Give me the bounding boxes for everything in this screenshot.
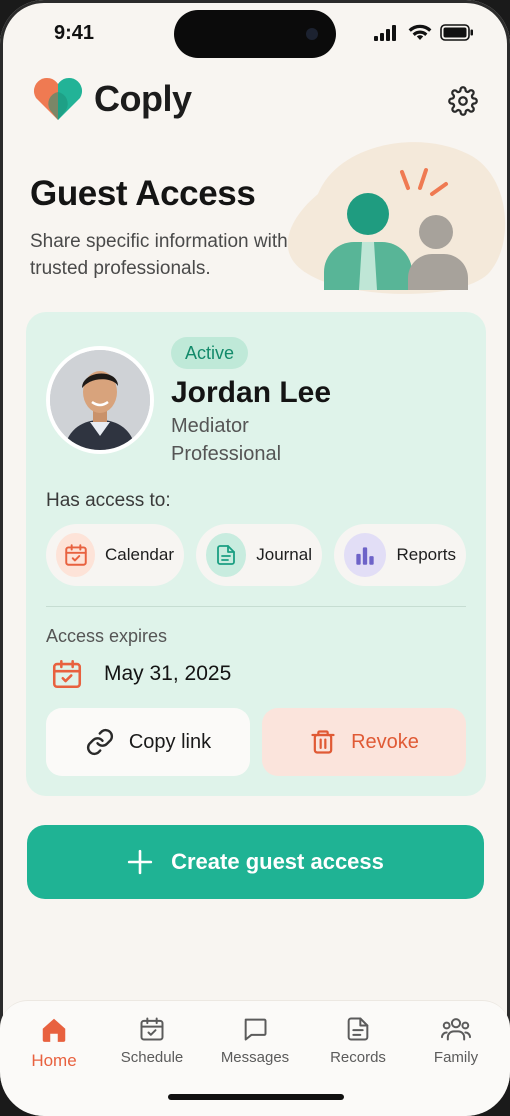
tab-records[interactable]: Records xyxy=(310,1015,406,1066)
plus-icon xyxy=(127,849,153,875)
access-chip-reports[interactable]: Reports xyxy=(334,524,466,586)
document-icon xyxy=(347,1017,369,1041)
avatar xyxy=(46,346,154,454)
guest-role: Mediator Professional xyxy=(171,415,282,465)
status-bar: 9:41 xyxy=(0,0,510,64)
document-icon xyxy=(206,533,247,577)
calendar-check-icon xyxy=(140,1017,164,1041)
home-icon xyxy=(42,1018,66,1042)
guest-name: Jordan Lee xyxy=(171,376,332,409)
divider xyxy=(46,606,466,607)
access-chip-label: Reports xyxy=(396,545,456,564)
access-label: Has access to: xyxy=(46,490,171,511)
bar-chart-icon xyxy=(344,533,387,577)
page-subtitle: Share specific information with trusted … xyxy=(30,231,288,279)
tab-label: Family xyxy=(433,1049,479,1066)
tab-label: Records xyxy=(330,1049,386,1066)
link-icon xyxy=(86,728,113,756)
tab-label: Messages xyxy=(220,1049,290,1066)
copy-link-label: Copy link xyxy=(128,730,212,753)
signal-icon xyxy=(374,24,396,41)
tab-messages[interactable]: Messages xyxy=(207,1015,303,1066)
person-portrait-icon xyxy=(50,350,150,450)
dynamic-island xyxy=(174,10,336,58)
phone-screen: 9:41 Coply Guest Access Share specific i… xyxy=(0,0,510,1116)
calendar-check-icon xyxy=(52,659,82,689)
status-icons xyxy=(374,24,474,41)
revoke-label: Revoke xyxy=(351,730,419,753)
people-icon xyxy=(441,1018,471,1041)
expires-row: May 31, 2025 xyxy=(50,654,231,694)
trash-icon xyxy=(311,730,335,754)
access-chips: Calendar Journal Reports xyxy=(46,524,466,586)
battery-icon xyxy=(440,24,473,41)
home-indicator xyxy=(168,1094,344,1100)
access-chip-label: Calendar xyxy=(105,545,174,564)
brand-logo[interactable]: Coply xyxy=(30,76,192,122)
chat-bubble-icon xyxy=(244,1018,267,1041)
copy-link-button[interactable]: Copy link xyxy=(46,708,250,776)
expires-date: May 31, 2025 xyxy=(104,662,232,685)
revoke-button[interactable]: Revoke xyxy=(262,708,466,776)
tab-home[interactable]: Home xyxy=(6,1015,102,1071)
tab-family[interactable]: Family xyxy=(408,1015,504,1066)
brand-name: Coply xyxy=(94,78,192,119)
app-header: Coply xyxy=(30,76,480,124)
create-guest-access-label: Create guest access xyxy=(171,849,384,874)
calendar-check-icon xyxy=(56,533,95,577)
avatar-photo xyxy=(50,350,150,450)
guest-access-card: Active Jordan Lee Mediator Professional … xyxy=(26,312,486,796)
expires-label: Access expires xyxy=(46,626,168,646)
camera-icon xyxy=(306,28,318,40)
heart-logo-icon xyxy=(33,77,83,120)
access-chip-journal[interactable]: Journal xyxy=(196,524,322,586)
tab-schedule[interactable]: Schedule xyxy=(104,1015,200,1066)
create-guest-access-button[interactable]: Create guest access xyxy=(27,825,484,899)
settings-button[interactable] xyxy=(446,84,480,118)
wifi-icon xyxy=(408,24,432,40)
tab-label: Schedule xyxy=(120,1049,184,1066)
page-title: Guest Access xyxy=(30,174,256,213)
status-badge: Active xyxy=(171,337,249,369)
status-time: 9:41 xyxy=(54,22,95,44)
access-chip-label: Journal xyxy=(256,545,312,564)
access-chip-calendar[interactable]: Calendar xyxy=(46,524,184,586)
gear-icon xyxy=(448,86,478,116)
tab-label: Home xyxy=(31,1051,77,1070)
